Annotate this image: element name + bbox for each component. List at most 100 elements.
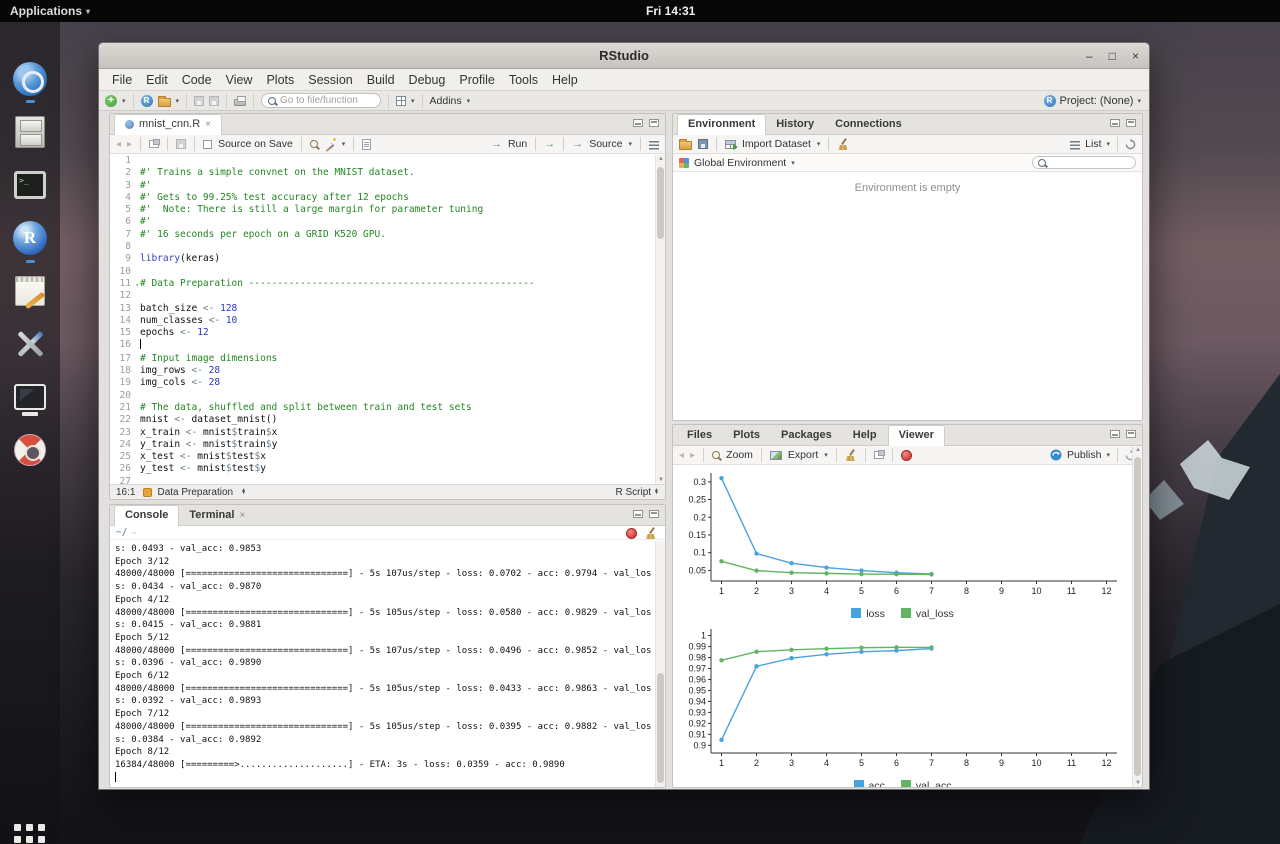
viewer-scroll-up-icon[interactable]: ▲ xyxy=(1133,447,1143,453)
addins-dropdown[interactable]: ▾ xyxy=(467,97,471,105)
dock-terminal-icon[interactable]: >_ xyxy=(11,166,49,204)
save-all-icon[interactable] xyxy=(209,96,219,106)
editor-scrollbar[interactable]: ▲ ▼ xyxy=(655,155,665,484)
dock-display-icon[interactable] xyxy=(11,378,49,416)
save-workspace-icon[interactable] xyxy=(698,139,708,149)
clear-viewer-icon[interactable] xyxy=(845,449,857,461)
find-replace-icon[interactable] xyxy=(310,140,318,148)
publish-button[interactable]: Publish xyxy=(1067,449,1101,461)
menu-item[interactable]: Build xyxy=(360,71,402,89)
clear-console-icon[interactable] xyxy=(645,527,657,539)
tab-environment[interactable]: Environment xyxy=(677,114,766,135)
viewer-back-icon[interactable]: ◂ xyxy=(679,450,684,461)
show-applications-button[interactable] xyxy=(14,824,46,844)
code-tools-icon[interactable] xyxy=(324,138,336,150)
import-dataset-dropdown[interactable]: ▾ xyxy=(817,140,821,148)
clock[interactable]: Fri 14:31 xyxy=(646,4,695,18)
goto-directory-icon[interactable]: ⇨ xyxy=(131,528,136,537)
minimize-viewer-icon[interactable] xyxy=(1110,430,1120,438)
run-button[interactable]: Run xyxy=(508,138,527,150)
tab-plots[interactable]: Plots xyxy=(723,426,771,445)
code-tools-dropdown[interactable]: ▾ xyxy=(342,140,346,148)
pane-layout-icon[interactable] xyxy=(396,96,406,106)
print-icon[interactable] xyxy=(234,99,246,106)
list-view-button[interactable]: List xyxy=(1085,138,1101,150)
console-scroll-thumb[interactable] xyxy=(657,673,664,783)
tab-console[interactable]: Console xyxy=(114,505,179,526)
open-file-icon[interactable] xyxy=(158,98,171,107)
dock-tools-icon[interactable] xyxy=(11,325,49,363)
menu-item[interactable]: View xyxy=(219,71,260,89)
back-icon[interactable]: ◂ xyxy=(116,139,121,150)
console-output[interactable]: s: 0.0493 - val_acc: 0.9853Epoch 3/12480… xyxy=(110,541,655,787)
project-button[interactable]: Project: (None) ▾ xyxy=(1044,95,1142,107)
global-environment-selector[interactable]: Global Environment xyxy=(694,157,786,169)
minimize-pane-icon[interactable] xyxy=(633,119,643,127)
tab-connections[interactable]: Connections xyxy=(825,115,913,134)
compile-report-icon[interactable] xyxy=(362,139,371,150)
dock-r-icon[interactable]: R xyxy=(11,219,49,257)
save-source-icon[interactable] xyxy=(176,139,186,149)
tab-files[interactable]: Files xyxy=(677,426,723,445)
maximize-environment-icon[interactable] xyxy=(1126,119,1136,127)
popout-source-icon[interactable] xyxy=(149,140,159,148)
new-file-dropdown[interactable]: ▾ xyxy=(122,97,126,105)
stop-icon[interactable] xyxy=(626,528,637,539)
load-workspace-icon[interactable] xyxy=(679,141,692,150)
applications-menu[interactable]: Applications ▾ xyxy=(10,4,90,18)
window-close-button[interactable]: × xyxy=(1132,49,1139,63)
pane-layout-dropdown[interactable]: ▾ xyxy=(411,97,415,105)
dock-chromium-icon[interactable] xyxy=(11,60,49,98)
save-icon[interactable] xyxy=(194,96,204,106)
document-outline-icon[interactable] xyxy=(649,141,659,150)
dock-text-editor-icon[interactable] xyxy=(11,272,49,310)
viewer-forward-icon[interactable]: ▸ xyxy=(690,450,695,461)
tab-packages[interactable]: Packages xyxy=(771,426,843,445)
scroll-down-icon[interactable]: ▼ xyxy=(656,477,666,483)
clear-environment-icon[interactable] xyxy=(837,138,849,150)
menu-item[interactable]: File xyxy=(105,71,139,89)
new-file-icon[interactable]: + xyxy=(105,95,117,107)
maximize-viewer-icon[interactable] xyxy=(1126,430,1136,438)
scope-dropdown[interactable]: ▾ xyxy=(791,159,795,167)
tab-terminal[interactable]: Terminal × xyxy=(179,506,256,525)
menu-item[interactable]: Debug xyxy=(402,71,453,89)
minimize-environment-icon[interactable] xyxy=(1110,119,1120,127)
goto-file-box[interactable] xyxy=(261,93,381,108)
menu-item[interactable]: Tools xyxy=(502,71,545,89)
environment-search-box[interactable] xyxy=(1032,156,1136,169)
file-type-selector[interactable]: R Script ▲▼ xyxy=(615,487,659,498)
console-scrollbar[interactable] xyxy=(655,541,665,787)
viewer-stop-icon[interactable] xyxy=(901,450,912,461)
section-navigator[interactable]: Data Preparation ▲▼ xyxy=(143,487,246,498)
maximize-pane-icon[interactable] xyxy=(649,119,659,127)
source-button[interactable]: Source xyxy=(589,138,622,150)
source-dropdown[interactable]: ▾ xyxy=(628,140,632,148)
dock-help-icon[interactable] xyxy=(11,431,49,469)
list-view-dropdown[interactable]: ▾ xyxy=(1106,140,1110,148)
zoom-button[interactable]: Zoom xyxy=(726,449,753,461)
export-dropdown[interactable]: ▾ xyxy=(824,451,828,459)
code-editor[interactable]: 12#' Trains a simple convnet on the MNIS… xyxy=(110,155,665,484)
recent-files-dropdown[interactable]: ▾ xyxy=(176,97,180,105)
publish-dropdown[interactable]: ▾ xyxy=(1106,451,1110,459)
window-maximize-button[interactable]: □ xyxy=(1109,49,1116,63)
rerun-icon[interactable]: → xyxy=(544,138,555,150)
viewer-popout-icon[interactable] xyxy=(874,451,884,459)
addins-button[interactable]: Addins xyxy=(430,95,462,107)
window-titlebar[interactable]: RStudio – □ × xyxy=(99,43,1149,69)
editor-scroll-thumb[interactable] xyxy=(657,167,664,239)
source-on-save-checkbox[interactable] xyxy=(203,140,212,149)
import-dataset-button[interactable]: Import Dataset xyxy=(742,138,811,150)
close-terminal-icon[interactable]: × xyxy=(239,510,245,521)
menu-item[interactable]: Session xyxy=(301,71,359,89)
refresh-icon[interactable] xyxy=(1125,139,1136,150)
menu-item[interactable]: Code xyxy=(175,71,219,89)
maximize-console-icon[interactable] xyxy=(649,510,659,518)
window-minimize-button[interactable]: – xyxy=(1086,49,1093,63)
tab-help[interactable]: Help xyxy=(843,426,888,445)
menu-item[interactable]: Edit xyxy=(139,71,175,89)
viewer-scrollbar[interactable]: ▲ ▼ xyxy=(1132,446,1142,787)
goto-file-input[interactable] xyxy=(280,95,370,106)
tab-mnist-cnn[interactable]: mnist_cnn.R × xyxy=(114,114,222,135)
